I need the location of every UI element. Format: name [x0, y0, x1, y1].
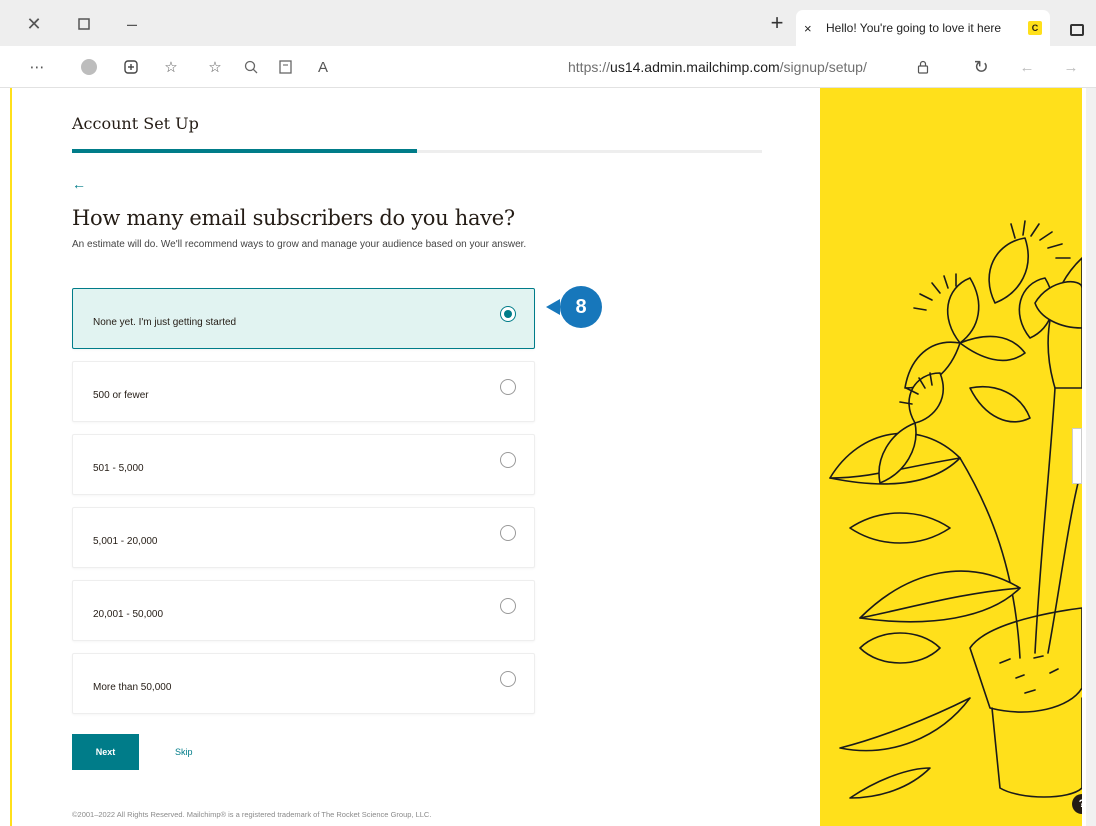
- option-label: 501 - 5,000: [93, 463, 144, 474]
- option-5001-20000[interactable]: 5,001 - 20,000: [72, 507, 535, 568]
- favorites-list-icon[interactable]: ☆: [160, 56, 182, 78]
- restore-window-icon[interactable]: [72, 12, 96, 36]
- browser-tab-bar: ✕ – + × Hello! You're going to love it h…: [0, 0, 1096, 46]
- sidebar-toggle-icon[interactable]: [1070, 24, 1084, 36]
- back-icon[interactable]: ←: [1016, 56, 1038, 78]
- refresh-icon[interactable]: ↻: [970, 56, 992, 78]
- callout-pointer: [546, 299, 560, 315]
- option-label: 5,001 - 20,000: [93, 536, 158, 547]
- option-none-yet[interactable]: None yet. I'm just getting started: [72, 288, 535, 349]
- more-menu-icon[interactable]: ⋯: [26, 56, 48, 78]
- copyright-footer: ©2001–2022 All Rights Reserved. Mailchim…: [72, 810, 432, 819]
- url-host: us14.admin.mailchimp.com: [610, 59, 780, 75]
- add-favorite-icon[interactable]: ☆: [204, 56, 226, 78]
- setup-progress-fill: [72, 149, 417, 153]
- radio-button[interactable]: [500, 379, 516, 395]
- feedback-tab[interactable]: [1072, 428, 1082, 484]
- illustration-panel: ?: [820, 88, 1082, 826]
- address-bar[interactable]: https://us14.admin.mailchimp.com/signup/…: [568, 59, 867, 75]
- step-callout-badge: 8: [546, 286, 602, 328]
- radio-button[interactable]: [500, 306, 516, 322]
- back-arrow-icon[interactable]: ←: [72, 176, 86, 192]
- tab-title: Hello! You're going to love it here: [826, 21, 1002, 35]
- option-500-or-fewer[interactable]: 500 or fewer: [72, 361, 535, 422]
- subscriber-count-options: None yet. I'm just getting started 500 o…: [72, 288, 535, 726]
- radio-button[interactable]: [500, 525, 516, 541]
- plant-illustration: [829, 220, 1082, 799]
- question-heading: How many email subscribers do you have?: [72, 206, 515, 230]
- minimize-window-icon[interactable]: –: [120, 12, 144, 36]
- account-setup-title: Account Set Up: [72, 114, 199, 133]
- url-prefix: https://: [568, 59, 611, 75]
- collections-icon[interactable]: [120, 56, 142, 78]
- option-label: 20,001 - 50,000: [93, 609, 164, 620]
- radio-button[interactable]: [500, 452, 516, 468]
- read-aloud-icon[interactable]: A: [312, 56, 334, 78]
- close-window-icon[interactable]: ✕: [22, 12, 46, 36]
- mailchimp-favicon-icon: C: [1028, 21, 1042, 35]
- option-20001-50000[interactable]: 20,001 - 50,000: [72, 580, 535, 641]
- callout-number: 8: [560, 286, 602, 328]
- zoom-icon[interactable]: [240, 56, 262, 78]
- question-hint: An estimate will do. We'll recommend way…: [72, 239, 527, 250]
- setup-progress-bar: [72, 149, 762, 153]
- next-button[interactable]: Next: [72, 734, 139, 770]
- new-tab-button[interactable]: +: [764, 10, 790, 36]
- option-label: 500 or fewer: [93, 390, 149, 401]
- option-label: None yet. I'm just getting started: [93, 317, 237, 328]
- url-path: /signup/setup/: [779, 59, 867, 75]
- option-label: More than 50,000: [93, 682, 172, 693]
- page-scrollbar[interactable]: [1086, 88, 1096, 826]
- page: Account Set Up ← How many email subscrib…: [10, 88, 1096, 826]
- immersive-reader-icon[interactable]: [276, 56, 298, 78]
- signup-form-panel: Account Set Up ← How many email subscrib…: [12, 88, 820, 826]
- radio-button[interactable]: [500, 671, 516, 687]
- browser-toolbar: ⋯ ☆ ☆ A https://us14.admin.mailchimp.com…: [0, 46, 1096, 88]
- option-501-5000[interactable]: 501 - 5,000: [72, 434, 535, 495]
- forward-icon[interactable]: →: [1060, 56, 1082, 78]
- lock-icon[interactable]: [912, 56, 934, 78]
- profile-avatar-icon[interactable]: [78, 56, 100, 78]
- skip-link[interactable]: Skip: [175, 747, 193, 757]
- tab-close-icon[interactable]: ×: [804, 21, 820, 36]
- active-tab[interactable]: × Hello! You're going to love it here C: [796, 10, 1050, 46]
- radio-button[interactable]: [500, 598, 516, 614]
- option-more-than-50000[interactable]: More than 50,000: [72, 653, 535, 714]
